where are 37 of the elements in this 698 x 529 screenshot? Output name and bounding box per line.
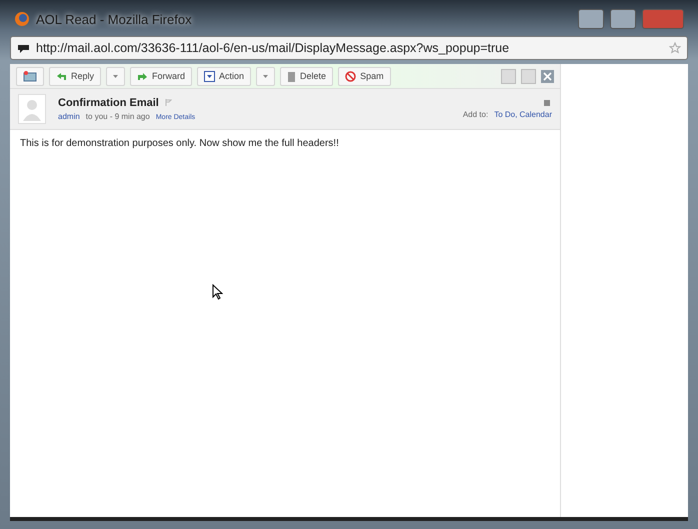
minimize-button[interactable] <box>578 9 604 29</box>
reply-arrow-icon <box>56 72 67 80</box>
caret-icon <box>263 74 268 78</box>
avatar-icon <box>18 94 46 124</box>
forward-arrow-icon <box>137 72 148 80</box>
window-title: AOL Read - Mozilla Firefox <box>36 12 192 26</box>
dropdown-button[interactable] <box>256 66 276 86</box>
add-to-label: Add to: <box>462 110 488 119</box>
star-icon[interactable] <box>669 42 681 54</box>
mouse-pointer-icon <box>212 284 223 300</box>
prohibited-icon <box>345 70 356 82</box>
spam-button[interactable]: Spam <box>338 66 391 86</box>
forward-button[interactable]: Forward <box>130 66 192 86</box>
compose-button[interactable] <box>16 66 44 86</box>
close-icon[interactable] <box>541 70 554 82</box>
delete-button[interactable]: Delete <box>280 66 334 86</box>
dropdown-button[interactable] <box>106 66 126 86</box>
email-meta: to you - 9 min ago <box>86 112 150 121</box>
envelope-icon <box>23 70 37 82</box>
site-icon <box>17 42 30 54</box>
address-bar[interactable]: http://mail.aol.com/33636-111/aol-6/en-us/mail/DisplayMessage.aspx?ws_popup=true <box>10 36 688 60</box>
email-body: This is for demonstration purposes only. Now show me the full headers!! <box>20 138 340 149</box>
flag-icon[interactable] <box>164 99 172 106</box>
add-to-link[interactable]: To Do, Calendar <box>494 110 552 119</box>
browser-logo-icon <box>14 11 30 27</box>
reply-button[interactable]: Reply <box>49 66 102 86</box>
prev-button[interactable] <box>501 68 516 84</box>
sender-link[interactable]: admin <box>58 112 80 121</box>
trash-icon <box>287 70 296 82</box>
close-button[interactable] <box>642 9 684 29</box>
url-text: http://mail.aol.com/33636-111/aol-6/en-us/mail/DisplayMessage.aspx?ws_popup=true <box>36 41 510 55</box>
caret-icon <box>113 74 118 78</box>
dropdown-box-icon <box>204 70 216 82</box>
email-subject: Confirmation Email <box>58 97 159 109</box>
action-button[interactable]: Action <box>197 66 252 86</box>
next-button[interactable] <box>521 68 536 84</box>
maximize-button[interactable] <box>610 9 636 29</box>
